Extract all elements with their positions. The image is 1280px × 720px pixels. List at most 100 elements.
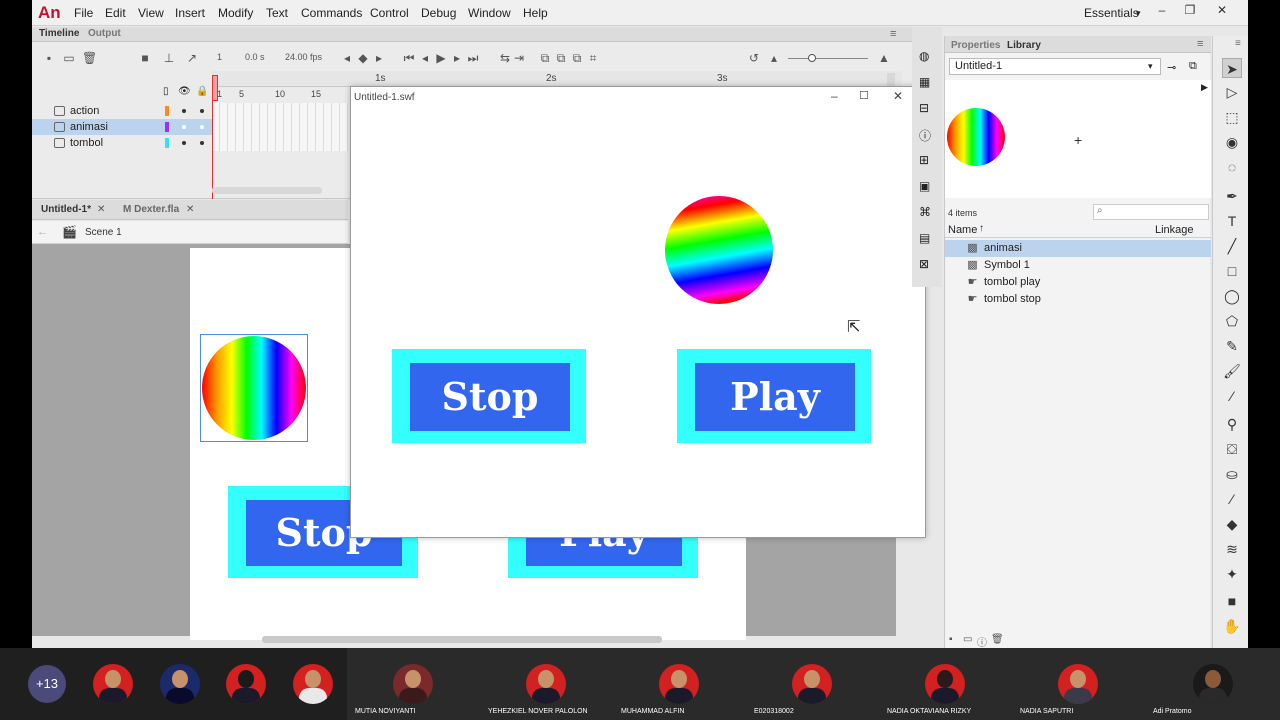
time-ruler[interactable] <box>212 71 902 87</box>
close-tab-icon[interactable]: ✕ <box>97 204 105 215</box>
color-panel-icon[interactable]: ◍ <box>919 49 929 63</box>
hand-tool-icon[interactable]: ✋ <box>1222 616 1242 636</box>
step-back-icon[interactable]: ◂ <box>418 51 432 65</box>
more-participants-button[interactable]: +13 <box>28 665 66 703</box>
menu-control[interactable]: Control <box>370 6 409 20</box>
pin-tool-icon[interactable]: ✦ <box>1222 564 1242 584</box>
swf-play-button[interactable]: Play <box>677 349 871 443</box>
restore-icon[interactable]: ❐ <box>1180 3 1200 21</box>
avatar[interactable] <box>93 664 133 704</box>
participant-tile[interactable]: NADIA SAPUTRI <box>1012 648 1145 720</box>
insert-frame-icon[interactable]: ⇥ <box>512 51 526 65</box>
library-item[interactable]: ▩ Symbol 1 <box>945 257 1211 274</box>
tab-untitled-1[interactable]: Untitled-1* <box>41 204 91 215</box>
library-item[interactable]: ☛ tombol stop <box>945 291 1211 308</box>
pin-icon[interactable]: ⊸ <box>1167 61 1176 74</box>
polystar-tool-icon[interactable]: ⬠ <box>1222 311 1242 331</box>
camera-icon[interactable]: ■ <box>138 51 152 65</box>
frame-rate[interactable]: 24.00 fps <box>285 52 322 62</box>
layer-visible-dot[interactable] <box>182 109 186 113</box>
frame-grid[interactable] <box>212 103 348 151</box>
participant-tile[interactable]: MUTIA NOVIYANTI <box>347 648 480 720</box>
new-library-icon[interactable]: ⧉ <box>1189 60 1197 73</box>
timeline-scrollbar[interactable] <box>212 187 322 194</box>
rectangle-tool-icon[interactable]: □ <box>1222 261 1242 281</box>
info-icon[interactable]: ⓘ <box>919 127 931 144</box>
lock-icon[interactable]: 🔒 <box>196 86 208 97</box>
lasso-tool-icon[interactable]: ◌ <box>1222 157 1242 177</box>
close-icon[interactable]: ✕ <box>1212 3 1232 21</box>
close-tab-icon[interactable]: ✕ <box>186 204 194 215</box>
zoom-large-icon[interactable]: ▲ <box>877 51 891 65</box>
swf-stop-button[interactable]: Stop <box>392 349 586 443</box>
layer-color[interactable] <box>165 122 169 132</box>
menu-insert[interactable]: Insert <box>175 6 205 20</box>
panel-menu-icon[interactable]: ≡ <box>1197 38 1203 50</box>
oval-tool-icon[interactable]: ◯ <box>1222 286 1242 306</box>
undo-icon[interactable]: ↺ <box>747 51 761 65</box>
column-name[interactable]: Name <box>948 224 977 236</box>
scene-name[interactable]: Scene 1 <box>85 227 122 238</box>
tab-properties[interactable]: Properties <box>951 40 1000 51</box>
maximize-icon[interactable]: ☐ <box>859 89 869 102</box>
properties-icon[interactable]: ⓘ <box>977 634 987 648</box>
layer-lock-dot[interactable] <box>200 141 204 145</box>
avatar[interactable] <box>293 664 333 704</box>
line-tool-icon[interactable]: ╱ <box>1222 236 1242 256</box>
library-item[interactable]: ▩ animasi <box>945 240 1211 257</box>
align-icon[interactable]: ⊟ <box>919 101 929 115</box>
delete-layer-icon[interactable]: 🗑 <box>82 51 97 65</box>
layer-color[interactable] <box>165 106 169 116</box>
onion-outline-icon[interactable]: ⧉ <box>554 51 568 65</box>
participant-tile[interactable]: YEHEZKIEL NOVER PALOLON <box>480 648 613 720</box>
participant-tile[interactable]: Adi Pratomo <box>1145 648 1280 720</box>
step-forward-icon[interactable]: ▸ <box>450 51 464 65</box>
layer-tombol[interactable]: tombol <box>32 135 212 151</box>
close-icon[interactable]: ✕ <box>893 89 903 103</box>
layer-color[interactable] <box>165 138 169 148</box>
minimize-icon[interactable]: – <box>1152 3 1172 21</box>
transform-icon[interactable]: ⊞ <box>919 153 929 167</box>
tab-library[interactable]: Library <box>1007 40 1041 51</box>
participant-tile[interactable]: MUHAMMAD ALFIN <box>613 648 746 720</box>
menu-modify[interactable]: Modify <box>218 6 253 20</box>
participant-tile[interactable]: NADIA OKTAVIANA RIZKY <box>879 648 1012 720</box>
layer-visible-dot[interactable] <box>182 141 186 145</box>
3d-rotation-tool-icon[interactable]: ◉ <box>1222 132 1242 152</box>
stage-hscroll[interactable] <box>262 636 662 643</box>
motion-icon[interactable]: ⊠ <box>919 257 929 271</box>
minimize-icon[interactable]: – <box>831 89 838 103</box>
zoom-slider-thumb[interactable] <box>808 54 816 62</box>
workspace-switcher[interactable]: Essentials <box>1084 6 1139 20</box>
menu-commands[interactable]: Commands <box>301 6 362 20</box>
subselection-tool-icon[interactable]: ▷ <box>1222 82 1242 102</box>
preview-play-icon[interactable]: ▶ <box>1201 82 1208 93</box>
eraser-tool-icon[interactable]: ◆ <box>1222 514 1242 534</box>
new-folder-icon[interactable]: ▭ <box>62 51 76 65</box>
menu-debug[interactable]: Debug <box>421 6 456 20</box>
new-symbol-icon[interactable]: ▪ <box>949 634 953 645</box>
actions-icon[interactable]: ▤ <box>919 231 930 245</box>
swatches-icon[interactable]: ▦ <box>919 75 930 89</box>
animasi-instance[interactable] <box>202 336 306 440</box>
menu-edit[interactable]: Edit <box>105 6 126 20</box>
free-transform-tool-icon[interactable]: ⬚ <box>1222 107 1242 127</box>
menu-text[interactable]: Text <box>266 6 288 20</box>
next-keyframe-icon[interactable]: ▸ <box>372 51 386 65</box>
layer-animasi[interactable]: animasi <box>32 119 212 135</box>
back-arrow-icon[interactable]: ← <box>37 226 48 238</box>
menu-window[interactable]: Window <box>468 6 511 20</box>
zoom-slider[interactable] <box>788 58 868 59</box>
edit-multiple-icon[interactable]: ⧉ <box>570 51 584 65</box>
zoom-small-icon[interactable]: ▴ <box>767 51 781 65</box>
prev-keyframe-icon[interactable]: ◂ <box>340 51 354 65</box>
modify-markers-icon[interactable]: ⌗ <box>586 51 600 65</box>
camera-tool-icon[interactable]: ■ <box>1222 591 1242 611</box>
paint-bucket-tool-icon[interactable]: ⛋ <box>1222 439 1242 459</box>
onion-skin-icon[interactable]: ↗ <box>185 51 199 65</box>
new-folder-icon[interactable]: ▭ <box>963 634 972 645</box>
eye-icon[interactable]: 👁 <box>178 86 191 97</box>
avatar[interactable] <box>226 664 266 704</box>
swf-preview-window[interactable]: Untitled-1.swf – ☐ ✕ Stop Play ⇱ <box>350 86 926 538</box>
pen-tool-icon[interactable]: ✒ <box>1222 186 1242 206</box>
